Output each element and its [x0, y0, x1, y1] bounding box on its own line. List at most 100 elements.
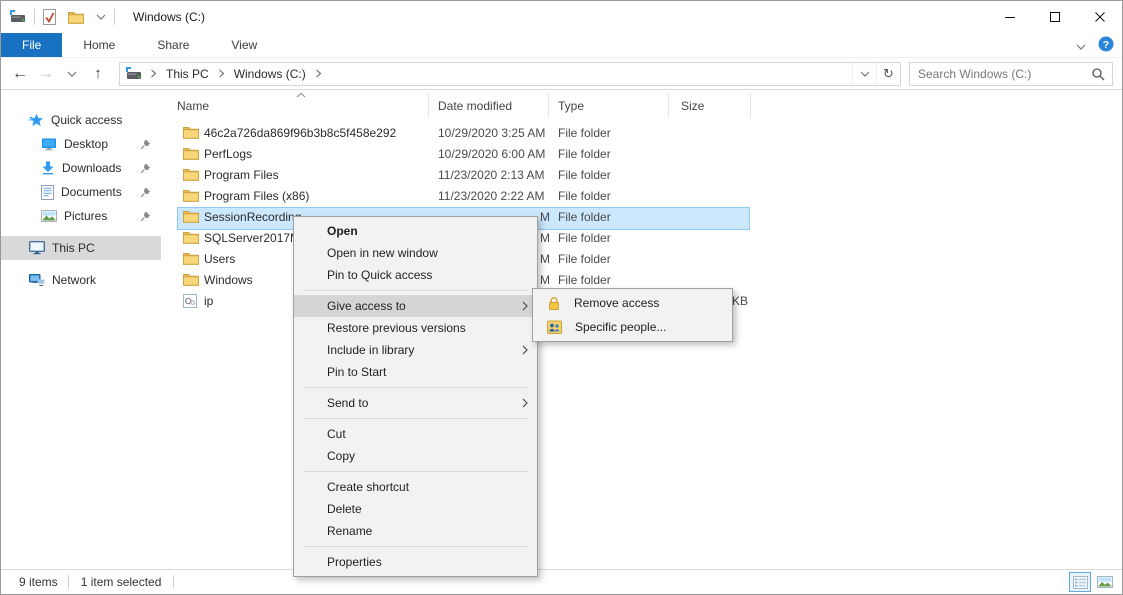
context-menu-item-delete[interactable]: Delete [294, 498, 537, 520]
chevron-right-icon[interactable] [216, 69, 227, 78]
lock-icon [547, 296, 561, 311]
thumbnails-view-button[interactable] [1094, 572, 1116, 592]
breadcrumb-item[interactable]: This PC [159, 67, 216, 81]
recent-locations-button[interactable] [59, 61, 85, 87]
context-menu: OpenOpen in new windowPin to Quick acces… [293, 216, 538, 577]
submenu-item-remove-access[interactable]: Remove access [533, 291, 732, 315]
sidebar-item-downloads[interactable]: Downloads [1, 156, 161, 180]
context-menu-item-cut[interactable]: Cut [294, 423, 537, 445]
toolbar-separator [34, 9, 35, 25]
file-name: Windows [204, 273, 253, 287]
column-headers: NameDate modifiedTypeSize [161, 93, 1122, 118]
close-button[interactable] [1077, 1, 1122, 33]
context-menu-item-copy[interactable]: Copy [294, 445, 537, 467]
column-header-date-modified[interactable]: Date modified [429, 93, 549, 118]
context-menu-item-restore-previous-versions[interactable]: Restore previous versions [294, 317, 537, 339]
context-menu-item-include-in-library[interactable]: Include in library [294, 339, 537, 361]
quick-access-toolbar [43, 9, 106, 25]
menu-separator [303, 290, 528, 291]
sidebar-item-pictures[interactable]: Pictures [1, 204, 161, 228]
view-toggle-buttons [1069, 572, 1116, 592]
tab-home[interactable]: Home [62, 33, 136, 57]
tab-share[interactable]: Share [136, 33, 210, 57]
chevron-right-icon[interactable] [313, 69, 324, 78]
documents-icon [41, 185, 54, 200]
breadcrumb: This PC Windows (C:) [159, 67, 324, 81]
address-dropdown-button[interactable] [852, 63, 876, 85]
ribbon-tabs: FileHomeShareView [1, 33, 1122, 58]
sidebar-item-label: Documents [61, 185, 122, 199]
pin-icon [140, 163, 151, 177]
maximize-button[interactable] [1032, 1, 1077, 33]
submenu-arrow-icon [522, 398, 528, 408]
folder-icon [183, 147, 199, 160]
help-icon: ? [1098, 36, 1114, 52]
back-button[interactable]: ← [7, 61, 33, 87]
context-menu-item-create-shortcut[interactable]: Create shortcut [294, 476, 537, 498]
submenu-item-label: Remove access [574, 296, 659, 310]
context-menu-item-rename[interactable]: Rename [294, 520, 537, 542]
file-date-modified: 11/23/2020 2:13 AM [438, 168, 550, 182]
pictures-icon [41, 210, 57, 222]
file-row[interactable]: 46c2a726da869f96b3b8c5f458e29210/29/2020… [161, 123, 1122, 144]
chevron-down-icon [1076, 44, 1086, 50]
menu-separator [303, 546, 528, 547]
submenu-item-specific-people-[interactable]: Specific people... [533, 315, 732, 339]
toolbar-separator [114, 9, 115, 25]
chevron-down-icon[interactable] [96, 14, 106, 20]
context-menu-item-open[interactable]: Open [294, 220, 537, 242]
file-type: File folder [558, 126, 668, 140]
context-menu-item-give-access-to[interactable]: Give access to [294, 295, 537, 317]
file-row[interactable]: Program Files (x86)11/23/2020 2:22 AMFil… [161, 186, 1122, 207]
navigation-pane: Quick accessDesktopDownloads Documents Pic… [1, 90, 161, 569]
file-name: Program Files [204, 168, 279, 182]
context-menu-item-properties[interactable]: Properties [294, 551, 537, 573]
tab-view[interactable]: View [210, 33, 278, 57]
sidebar-item-desktop[interactable]: Desktop [1, 132, 161, 156]
file-date-modified: 10/29/2020 3:25 AM [438, 126, 550, 140]
file-type: File folder [558, 168, 668, 182]
nav-buttons: ←→ ↑ [1, 61, 111, 87]
forward-button[interactable]: → [33, 61, 59, 87]
search-box[interactable] [909, 62, 1113, 86]
file-type: File folder [558, 273, 668, 287]
address-bar[interactable]: This PC Windows (C:) ↻ [119, 62, 901, 86]
up-button[interactable]: ↑ [85, 61, 111, 87]
column-header-name[interactable]: Name [161, 93, 429, 118]
context-menu-item-open-in-new-window[interactable]: Open in new window [294, 242, 537, 264]
help-button[interactable]: ? [1098, 36, 1114, 55]
give-access-submenu: Remove access Specific people... [532, 288, 733, 342]
folder-icon [183, 273, 199, 286]
new-folder-icon[interactable] [68, 11, 84, 24]
menu-separator [303, 418, 528, 419]
file-row[interactable]: PerfLogs10/29/2020 6:00 AMFile folder [161, 144, 1122, 165]
minimize-button[interactable] [987, 1, 1032, 33]
sidebar-item-this-pc[interactable]: This PC [1, 236, 161, 260]
file-row[interactable]: Program Files 11/23/2020 2:13 AM File fold… [161, 165, 1122, 186]
sidebar-item-label: Pictures [64, 209, 107, 223]
file-name: Users [204, 252, 235, 266]
pin-icon [140, 139, 151, 153]
properties-check-icon[interactable] [43, 9, 56, 25]
context-menu-item-pin-to-start[interactable]: Pin to Start [294, 361, 537, 383]
file-type: File folder [558, 231, 668, 245]
sidebar-item-documents[interactable]: Documents [1, 180, 161, 204]
context-menu-item-pin-to-quick-access[interactable]: Pin to Quick access [294, 264, 537, 286]
breadcrumb-item[interactable]: Windows (C:) [227, 67, 313, 81]
menu-separator [303, 471, 528, 472]
sidebar-item-quick-access[interactable]: Quick access [1, 108, 161, 132]
tab-file[interactable]: File [1, 33, 62, 57]
context-menu-item-send-to[interactable]: Send to [294, 392, 537, 414]
search-icon[interactable] [1091, 67, 1105, 81]
explorer-window: Windows (C:) FileHomeShareView ? ←→ ↑ Thi… [0, 0, 1123, 595]
column-header-type[interactable]: Type [549, 93, 669, 118]
sidebar-item-network[interactable]: Network [1, 268, 161, 292]
column-header-size[interactable]: Size [669, 93, 751, 118]
status-bar: 9 items 1 item selected [1, 569, 1122, 594]
details-view-button[interactable] [1069, 572, 1091, 592]
ribbon-collapse-button[interactable] [1076, 39, 1086, 53]
this-pc-icon [29, 241, 45, 255]
folder-icon [183, 126, 199, 139]
refresh-button[interactable]: ↻ [876, 63, 900, 85]
search-input[interactable] [910, 67, 1091, 81]
